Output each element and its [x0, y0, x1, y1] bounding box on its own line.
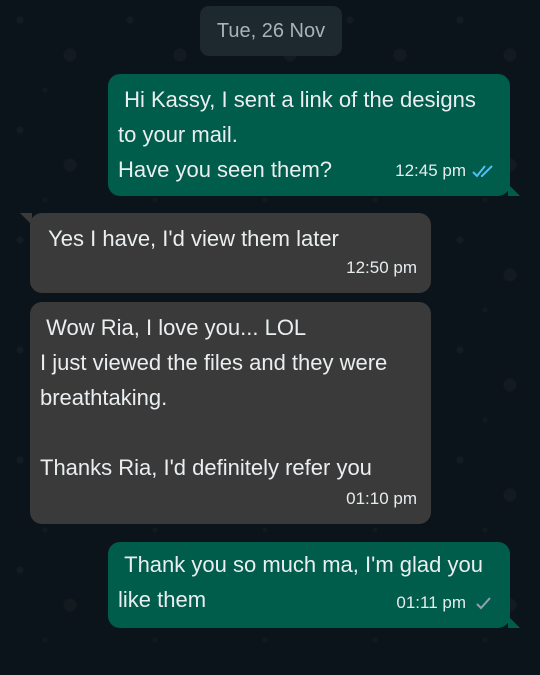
message-bubble-incoming[interactable]: Wow Ria, I love you... LOL I just viewed… — [30, 302, 431, 524]
message-text: Wow Ria, I love you... LOL I just viewed… — [40, 315, 388, 480]
chat-window[interactable]: Tue, 26 Nov Hi Kassy, I sent a link of t… — [0, 0, 540, 675]
message-time: 12:50 pm — [346, 258, 417, 277]
message-meta: 01:10 pm — [346, 481, 417, 516]
message-meta: 01:11 pm — [396, 585, 496, 620]
message-time: 01:10 pm — [346, 489, 417, 508]
single-check-delivered-icon — [476, 596, 491, 609]
message-time: 12:45 pm — [395, 161, 466, 180]
message-bubble-outgoing[interactable]: Thank you so much ma, I'm glad you like … — [108, 542, 520, 628]
message-bubble-outgoing[interactable]: Hi Kassy, I sent a link of the designs t… — [108, 74, 520, 196]
double-check-read-icon — [472, 164, 493, 177]
bubble-tail — [508, 616, 520, 628]
message-bubble-incoming[interactable]: Yes I have, I'd view them later 12:50 pm — [20, 213, 431, 293]
message-time: 01:11 pm — [396, 593, 466, 612]
message-meta: 12:50 pm — [346, 250, 417, 285]
date-separator: Tue, 26 Nov — [200, 6, 342, 56]
bubble-tail — [20, 213, 32, 225]
bubble-tail — [508, 184, 520, 196]
message-meta: 12:45 pm — [395, 153, 496, 188]
